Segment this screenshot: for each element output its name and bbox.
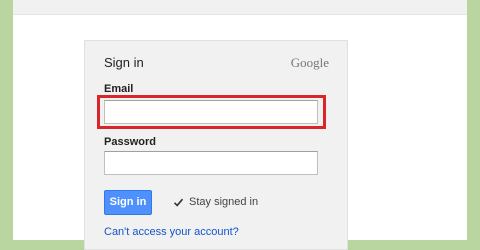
stay-signed-in-label: Stay signed in	[189, 196, 259, 208]
password-label: Password	[104, 136, 156, 148]
page-panel: Sign in Google Email Password Sign in St…	[13, 0, 467, 250]
signin-button[interactable]: Sign in	[104, 190, 152, 215]
password-field[interactable]	[104, 151, 318, 175]
top-bar-divider	[13, 14, 467, 15]
google-logo: Google	[290, 55, 329, 70]
cant-access-account-link[interactable]: Can't access your account?	[104, 226, 239, 238]
check-icon	[173, 198, 184, 207]
signin-card: Sign in Google Email Password Sign in St…	[84, 40, 348, 250]
email-label: Email	[104, 83, 134, 95]
email-field[interactable]	[104, 100, 318, 124]
top-bar	[13, 0, 467, 14]
stay-signed-in-checkbox[interactable]: Stay signed in	[173, 195, 258, 209]
signin-title: Sign in	[104, 55, 144, 70]
